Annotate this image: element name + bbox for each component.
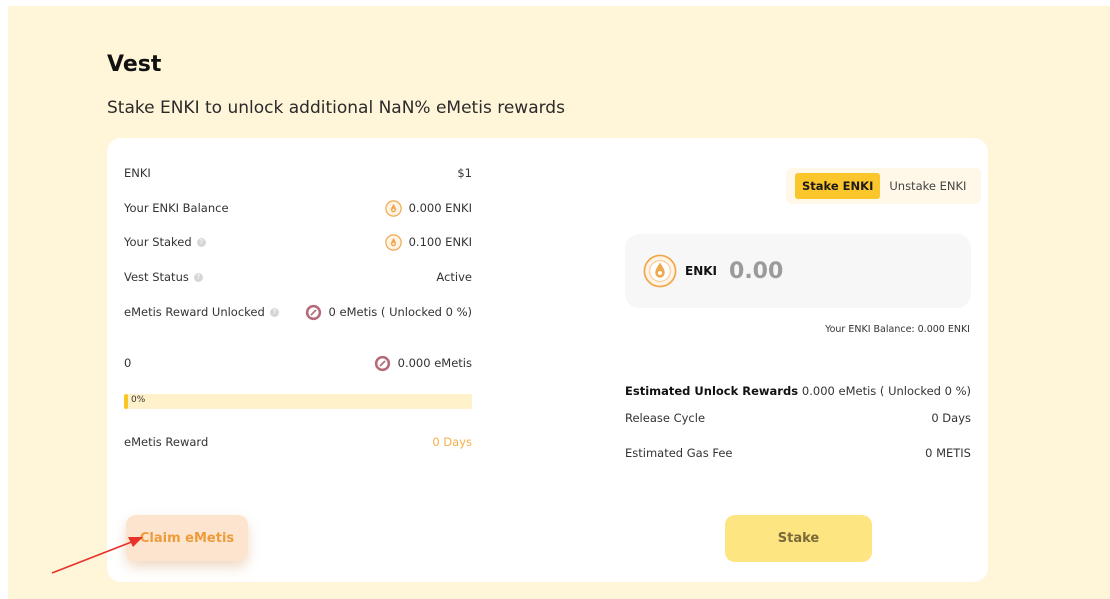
enki-coin-icon bbox=[384, 233, 402, 251]
detail-value: 0 METIS bbox=[925, 446, 971, 460]
row-value: 0.100 ENKI bbox=[408, 235, 472, 249]
row-label: Your Staked bbox=[124, 235, 192, 249]
help-icon[interactable]: ? bbox=[196, 237, 206, 247]
estimated-gas-fee-row: Estimated Gas Fee 0 METIS bbox=[625, 444, 971, 462]
row-value: 0 eMetis ( Unlocked 0 %) bbox=[328, 305, 472, 319]
enki-balance-text: Your ENKI Balance: 0.000 ENKI bbox=[825, 324, 970, 335]
emetis-unlocked-row: eMetis Reward Unlocked ? 0 eMetis ( Unlo… bbox=[124, 303, 472, 321]
detail-value: 0.000 eMetis ( Unlocked 0 %) bbox=[801, 384, 971, 398]
row-value: $1 bbox=[457, 166, 472, 180]
stake-tabs: Stake ENKI Unstake ENKI bbox=[786, 168, 982, 204]
enki-coin-icon bbox=[384, 199, 402, 217]
claim-emetis-button[interactable]: Claim eMetis bbox=[126, 515, 248, 561]
release-cycle-row: Release Cycle 0 Days bbox=[625, 409, 971, 427]
detail-label: Release Cycle bbox=[625, 411, 706, 425]
detail-value: 0 Days bbox=[931, 411, 971, 425]
enki-coin-icon bbox=[643, 254, 677, 288]
reward-days-value: 0 Days bbox=[432, 435, 472, 449]
row-label: Your ENKI Balance bbox=[124, 201, 229, 215]
tab-unstake-enki[interactable]: Unstake ENKI bbox=[882, 173, 973, 199]
emetis-reward-row: eMetis Reward 0 Days bbox=[124, 433, 472, 451]
progress-fill bbox=[124, 394, 128, 409]
detail-label: Estimated Unlock Rewards bbox=[625, 384, 799, 398]
row-label: eMetis Reward bbox=[124, 435, 209, 449]
page-title: Vest bbox=[107, 52, 162, 77]
amount-value[interactable]: 0.00 bbox=[729, 259, 783, 284]
emetis-coin-icon bbox=[305, 304, 321, 320]
help-icon[interactable]: ? bbox=[193, 272, 203, 282]
row-label: eMetis Reward Unlocked bbox=[124, 305, 265, 319]
estimated-unlock-rewards-row: Estimated Unlock Rewards 0.000 eMetis ( … bbox=[625, 382, 971, 400]
vest-card: ENKI $1 Your ENKI Balance 0.000 ENKI You… bbox=[107, 138, 988, 582]
row-label: Vest Status bbox=[124, 270, 189, 284]
status-value: Active bbox=[436, 270, 472, 284]
help-icon[interactable]: ? bbox=[269, 307, 279, 317]
staked-row: Your Staked ? 0.100 ENKI bbox=[124, 233, 472, 251]
progress-label: 0% bbox=[131, 395, 146, 405]
enki-balance-row: Your ENKI Balance 0.000 ENKI bbox=[124, 199, 472, 217]
row-label: 0 bbox=[124, 356, 132, 370]
tab-stake-enki[interactable]: Stake ENKI bbox=[795, 173, 881, 199]
emetis-coin-icon bbox=[374, 355, 390, 371]
row-value: 0.000 ENKI bbox=[408, 201, 472, 215]
enki-price-row: ENKI $1 bbox=[124, 164, 472, 182]
row-value: 0.000 eMetis bbox=[397, 356, 472, 370]
detail-label: Estimated Gas Fee bbox=[625, 446, 733, 460]
stake-amount-input[interactable]: ENKI 0.00 bbox=[625, 234, 971, 308]
page-subtitle: Stake ENKI to unlock additional NaN% eMe… bbox=[107, 98, 565, 118]
unlock-progress-bar: 0% bbox=[124, 394, 472, 409]
emetis-amount-row: 0 0.000 eMetis bbox=[124, 354, 472, 372]
row-label: ENKI bbox=[124, 166, 151, 180]
token-symbol: ENKI bbox=[685, 264, 718, 278]
vest-status-row: Vest Status ? Active bbox=[124, 268, 472, 286]
stake-button[interactable]: Stake bbox=[725, 515, 872, 562]
